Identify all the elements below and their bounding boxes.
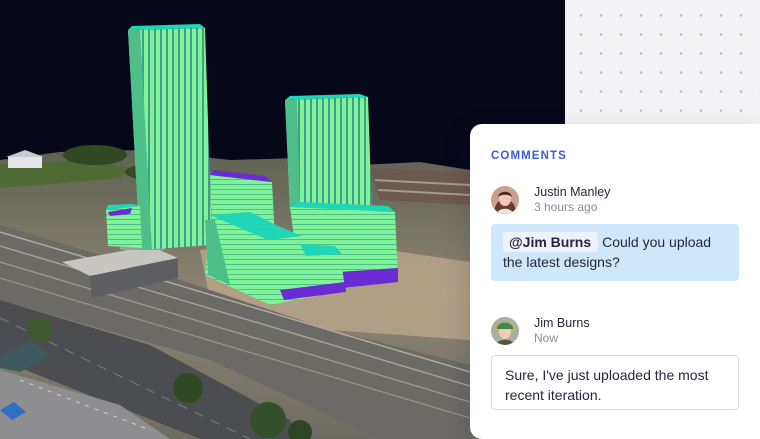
- comment-bubble: Sure, I've just uploaded the most recent…: [491, 355, 739, 410]
- tower-right[interactable]: [285, 94, 372, 215]
- comment-header: Justin Manley 3 hours ago: [491, 185, 610, 215]
- user-avatar-icon[interactable]: [491, 186, 519, 214]
- comment-author[interactable]: Jim Burns: [534, 316, 590, 331]
- user-avatar-icon[interactable]: [491, 317, 519, 345]
- comment-header: Jim Burns Now: [491, 316, 590, 346]
- comment-author[interactable]: Justin Manley: [534, 185, 610, 200]
- dotted-background: [565, 0, 760, 130]
- comment-text: Sure, I've just uploaded the most recent…: [505, 367, 709, 403]
- comment-bubble: @Jim Burns Could you upload the latest de…: [491, 224, 739, 281]
- comments-panel: COMMENTS Justin Manley 3 hours ago @Jim …: [470, 124, 760, 439]
- podium-left[interactable]: [106, 204, 142, 248]
- tower-left[interactable]: [128, 24, 212, 250]
- comment-timestamp: 3 hours ago: [534, 200, 598, 214]
- comment-timestamp: Now: [534, 331, 559, 345]
- comments-title: COMMENTS: [491, 150, 567, 162]
- user-mention[interactable]: @Jim Burns: [503, 232, 599, 252]
